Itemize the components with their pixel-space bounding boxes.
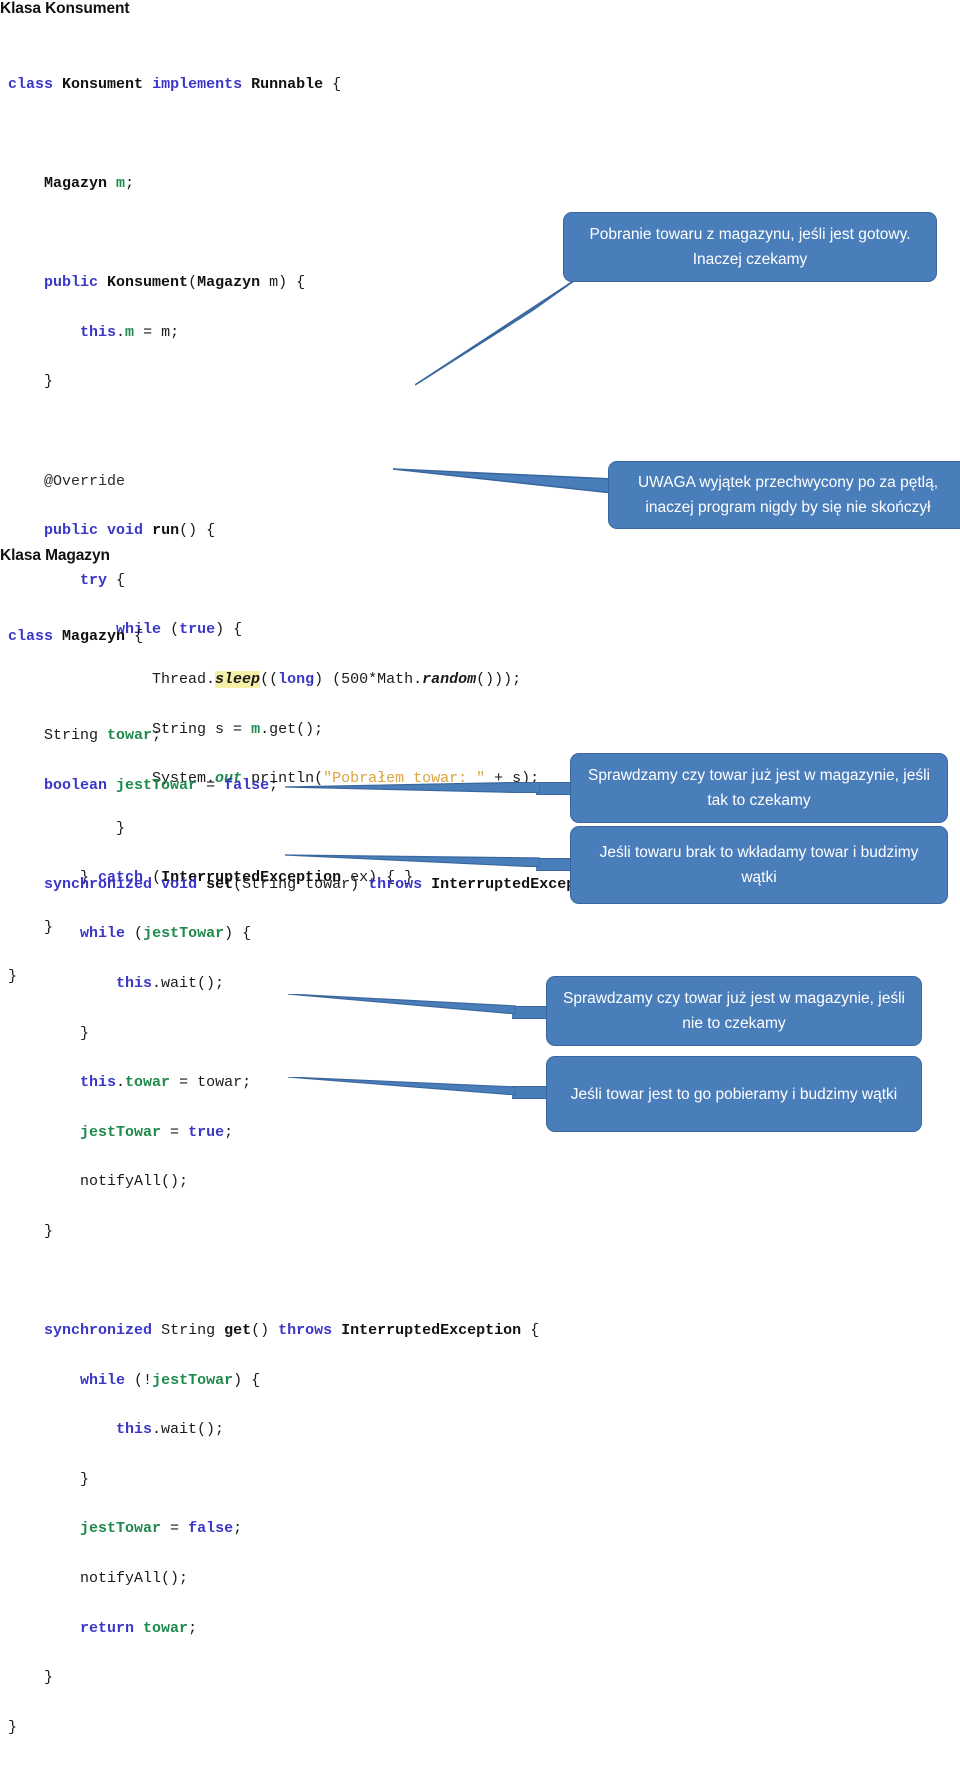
code-line: } <box>80 1470 90 1488</box>
code-line: while (!jestTowar) { <box>80 1371 261 1389</box>
code-line: notifyAll(); <box>80 1173 189 1191</box>
callout-pobranie-towaru[interactable]: Pobranie towaru z magazynu, jeśli jest g… <box>563 212 937 282</box>
code-line: jestTowar = false; <box>80 1520 243 1538</box>
code-line: } <box>8 1718 18 1736</box>
callout-text: Sprawdzamy czy towar już jest w magazyni… <box>588 767 930 809</box>
code-line: public void run() { <box>44 522 216 540</box>
code-line: this.wait(); <box>116 1421 225 1439</box>
callout-pobieramy-budzimy[interactable]: Jeśli towar jest to go pobieramy i budzi… <box>546 1056 922 1132</box>
callout-5-pointer <box>288 994 516 1014</box>
code-line: notifyAll(); <box>80 1570 189 1588</box>
callout-4-pointer <box>285 854 540 867</box>
callout-text: Pobranie towaru z magazynu, jeśli jest g… <box>589 226 911 268</box>
code-line: } <box>44 1222 54 1240</box>
code-line: String towar; <box>44 726 162 744</box>
code-line: class Magazyn { <box>8 627 144 645</box>
callout-2-pointer <box>393 468 613 493</box>
callout-text: Jeśli towar jest to go pobieramy i budzi… <box>570 1085 898 1103</box>
code-line: } <box>80 1024 90 1042</box>
code-line: Magazyn m; <box>44 174 135 192</box>
section-heading-magazyn: Klasa Magazyn <box>0 547 110 564</box>
code-line: } <box>44 1669 54 1687</box>
code-line: try { <box>80 571 126 589</box>
callout-6-pointer-stub <box>512 1086 550 1099</box>
callout-sprawdzamy-get[interactable]: Sprawdzamy czy towar już jest w magazyni… <box>546 976 922 1046</box>
callout-1-pointer <box>415 280 575 386</box>
callout-4-pointer-stub <box>536 858 574 871</box>
code-line: synchronized void set(String towar) thro… <box>44 875 629 893</box>
callout-5-pointer-stub <box>512 1006 550 1019</box>
callout-6-pointer <box>288 1077 516 1095</box>
code-line: class Konsument implements Runnable { <box>8 75 342 93</box>
callout-3-pointer-stub <box>536 782 574 795</box>
code-line: jestTowar = true; <box>80 1123 234 1141</box>
callout-wkladamy-towar[interactable]: Jeśli towaru brak to wkładamy towar i bu… <box>570 826 948 904</box>
slide-page: Klasa Konsument class Konsument implemen… <box>0 0 960 1736</box>
section-heading-konsument: Klasa Konsument <box>0 0 130 17</box>
callout-text: UWAGA wyjątek przechwycony po za pętlą, … <box>637 474 939 516</box>
code-block-magazyn: class Magazyn { String towar; boolean je… <box>8 600 629 1790</box>
code-line: synchronized String get() throws Interru… <box>44 1322 540 1340</box>
callout-3-pointer <box>285 782 540 793</box>
code-line: while (jestTowar) { <box>80 925 252 943</box>
callout-uwaga-wyjatek[interactable]: UWAGA wyjątek przechwycony po za pętlą, … <box>608 461 960 529</box>
code-line: return towar; <box>80 1619 198 1637</box>
callout-text: Sprawdzamy czy towar już jest w magazyni… <box>563 990 905 1032</box>
callout-text: Jeśli towaru brak to wkładamy towar i bu… <box>599 844 919 886</box>
callout-sprawdzamy-set[interactable]: Sprawdzamy czy towar już jest w magazyni… <box>570 753 948 823</box>
